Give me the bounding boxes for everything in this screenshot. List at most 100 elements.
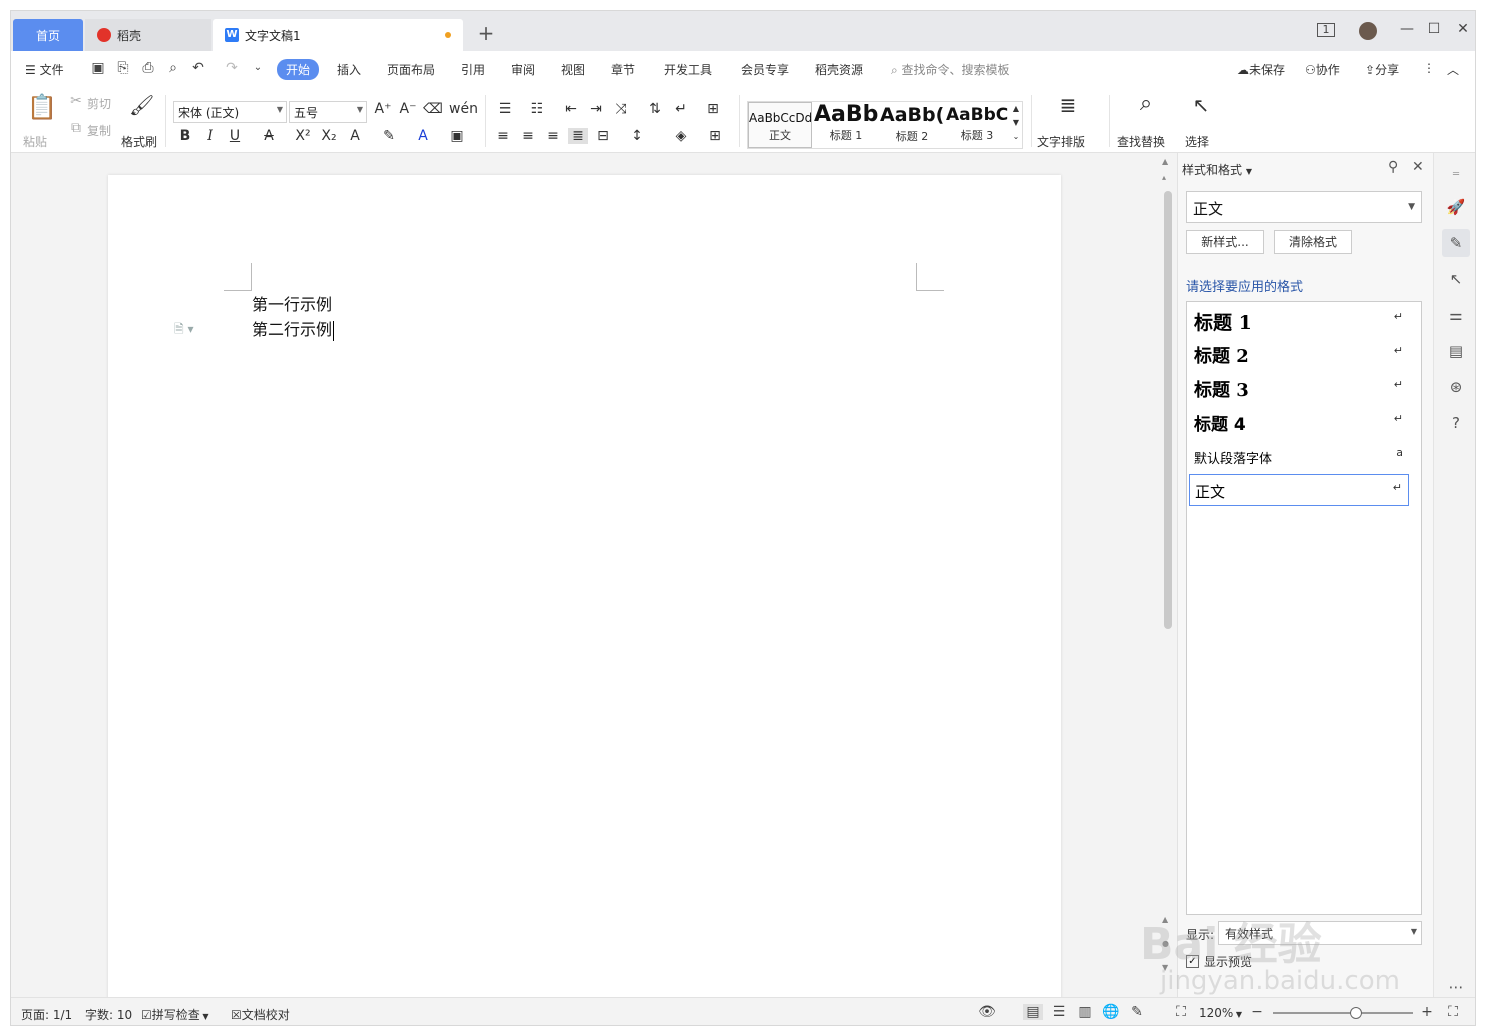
outline-view-icon[interactable]: ☰ xyxy=(1049,1004,1069,1020)
chinese-layout-icon[interactable]: ⤨ xyxy=(611,101,631,117)
style-item-heading-4[interactable]: 标题 4 ↵ xyxy=(1189,406,1409,438)
cut-icon[interactable]: ✂ xyxy=(66,93,86,109)
minimize-icon[interactable]: — xyxy=(1395,21,1419,37)
zoom-out-icon[interactable]: − xyxy=(1247,1004,1267,1020)
clear-format-button[interactable]: 清除格式 xyxy=(1274,230,1352,254)
font-name-select[interactable]: 宋体 (正文) ▼ xyxy=(173,101,287,123)
web-view-icon[interactable]: 🌐 xyxy=(1101,1004,1121,1020)
style-item-normal[interactable]: 正文 ↵ xyxy=(1189,474,1409,506)
zoom-slider-knob[interactable] xyxy=(1349,1007,1362,1019)
cut-button[interactable]: 剪切 xyxy=(87,95,111,112)
show-filter-select[interactable]: 有效样式 ▼ xyxy=(1218,921,1422,945)
select-cursor-icon[interactable]: ↖ xyxy=(1191,93,1211,117)
write-view-icon[interactable]: ✎ xyxy=(1127,1004,1147,1020)
save-icon[interactable]: ▣ xyxy=(89,60,107,76)
page-view-icon[interactable]: ▤ xyxy=(1023,1004,1043,1020)
bullet-list-icon[interactable]: ☰ xyxy=(495,101,515,117)
style-item-heading-1[interactable]: 标题 1 ↵ xyxy=(1189,304,1409,336)
style-heading-3[interactable]: AaBbC(标题 3 xyxy=(946,102,1008,148)
style-heading-1[interactable]: AaBb 标题 1 xyxy=(814,102,878,148)
font-color-icon[interactable]: A xyxy=(413,128,433,144)
fit-page-icon[interactable]: ⛶ xyxy=(1171,1004,1191,1020)
distribute-icon[interactable]: ⊟ xyxy=(593,128,613,144)
backup-icon[interactable]: ⊛ xyxy=(1442,373,1470,401)
paragraph-layout-icon[interactable]: 🗎 ▾ xyxy=(174,320,194,341)
format-painter-icon[interactable]: 🖌 xyxy=(129,93,154,117)
layout-switch-button[interactable]: 1 xyxy=(1317,23,1335,37)
tab-daoke[interactable]: 稻壳 xyxy=(85,19,211,51)
select-browse-icon[interactable]: ● xyxy=(1162,939,1169,948)
gallery-down-icon[interactable]: ▼ xyxy=(1010,118,1022,127)
scrollbar-thumb[interactable] xyxy=(1164,191,1172,629)
show-preview-checkbox[interactable]: ✓ 显示预览 xyxy=(1186,953,1252,970)
scroll-up-icon[interactable]: ▲ xyxy=(1162,157,1168,166)
close-window-icon[interactable]: ✕ xyxy=(1451,21,1475,37)
tab-member[interactable]: 会员专享 xyxy=(741,61,789,78)
text-layout-button[interactable]: 文字排版 xyxy=(1037,133,1085,150)
help-icon[interactable]: ? xyxy=(1442,409,1470,437)
close-panel-icon[interactable]: ✕ xyxy=(1412,159,1424,175)
find-replace-button[interactable]: 查找替换 xyxy=(1117,133,1165,150)
more-menu-icon[interactable]: ⋮ xyxy=(1423,61,1435,75)
tab-references[interactable]: 引用 xyxy=(461,61,485,78)
show-marks-icon[interactable]: ↵ xyxy=(671,101,691,117)
style-item-heading-3[interactable]: 标题 3 ↵ xyxy=(1189,372,1409,404)
underline-icon[interactable]: U xyxy=(225,128,245,144)
current-style-select[interactable]: 正文 ▼ xyxy=(1186,191,1422,223)
shading-icon[interactable]: ◈ xyxy=(671,128,691,144)
gallery-up-icon[interactable]: ▲ xyxy=(1010,104,1022,113)
justify-icon[interactable]: ≣ xyxy=(568,128,588,144)
quick-access-dropdown-icon[interactable]: ⌄ xyxy=(249,62,267,73)
style-normal[interactable]: AaBbCcDd 正文 xyxy=(748,102,812,148)
copy-button[interactable]: 复制 xyxy=(87,122,111,139)
tab-home[interactable]: 首页 xyxy=(13,19,83,51)
share-button[interactable]: ⇪分享 xyxy=(1365,61,1399,78)
zoom-level[interactable]: 120% ▼ xyxy=(1199,1006,1242,1020)
page-indicator[interactable]: 页面: 1/1 xyxy=(21,1006,72,1023)
file-menu[interactable]: ☰ 文件 xyxy=(25,61,64,78)
style-pen-icon[interactable]: ✎ xyxy=(1442,229,1470,257)
document-page[interactable]: 第一行示例 第二行示例 🗎 ▾ xyxy=(108,175,1061,1005)
tab-insert[interactable]: 插入 xyxy=(337,61,361,78)
fullscreen-icon[interactable]: ⛶ xyxy=(1443,1004,1463,1020)
prev-page-icon[interactable]: ▲ xyxy=(1162,915,1168,924)
panel-title[interactable]: 样式和格式 ▼ xyxy=(1182,161,1252,178)
print-icon[interactable]: ⎙ xyxy=(139,60,157,76)
user-avatar[interactable] xyxy=(1359,22,1377,40)
scroll-up-icon[interactable]: ▴ xyxy=(1162,173,1166,182)
collab-button[interactable]: ⚇协作 xyxy=(1305,61,1340,78)
document-line-2[interactable]: 第二行示例 xyxy=(252,316,335,341)
gallery-expand-icon[interactable]: ⌄ xyxy=(1010,132,1022,141)
zoom-slider[interactable] xyxy=(1273,1007,1413,1019)
zoom-in-icon[interactable]: + xyxy=(1417,1004,1437,1020)
font-size-select[interactable]: 五号 ▼ xyxy=(289,101,367,123)
style-heading-2[interactable]: AaBb(标题 2 xyxy=(880,102,944,148)
eye-protect-icon[interactable]: 👁 xyxy=(977,1004,997,1020)
subscript-icon[interactable]: X₂ xyxy=(319,128,339,144)
rocket-icon[interactable]: 🚀 xyxy=(1442,193,1470,221)
proofread-button[interactable]: ☒文档校对 xyxy=(231,1006,290,1023)
italic-icon[interactable]: I xyxy=(200,128,220,144)
sort-icon[interactable]: ⇅ xyxy=(645,101,665,117)
phonetic-icon[interactable]: wén xyxy=(449,101,478,117)
tab-document[interactable]: W 文字文稿1 xyxy=(213,19,463,51)
tab-view[interactable]: 视图 xyxy=(561,61,585,78)
highlight-icon[interactable]: ✎ xyxy=(379,128,399,144)
text-layout-icon[interactable]: ≣ xyxy=(1055,93,1081,117)
align-left-icon[interactable]: ≡ xyxy=(493,128,513,144)
clear-format-icon[interactable]: ⌫ xyxy=(423,101,443,117)
vertical-scrollbar[interactable]: ▲ ▴ ▲ ● ▼ xyxy=(1159,153,1177,997)
print-preview-icon[interactable]: ⌕ xyxy=(164,60,182,76)
format-painter-button[interactable]: 格式刷 xyxy=(121,133,157,150)
shrink-font-icon[interactable]: A⁻ xyxy=(398,101,418,117)
tab-chapter[interactable]: 章节 xyxy=(611,61,635,78)
style-item-heading-2[interactable]: 标题 2 ↵ xyxy=(1189,338,1409,370)
unsaved-button[interactable]: ☁未保存 xyxy=(1237,61,1285,78)
find-replace-icon[interactable]: ⌕ xyxy=(1133,91,1159,116)
redo-icon[interactable]: ↷ xyxy=(223,60,241,76)
word-count[interactable]: 字数: 10 xyxy=(85,1006,132,1023)
reading-view-icon[interactable]: ▥ xyxy=(1075,1004,1095,1020)
spell-check-button[interactable]: ☑拼写检查 ▼ xyxy=(141,1006,208,1023)
char-border-icon[interactable]: ▣ xyxy=(447,128,467,144)
image-tool-icon[interactable]: ▤ xyxy=(1442,337,1470,365)
